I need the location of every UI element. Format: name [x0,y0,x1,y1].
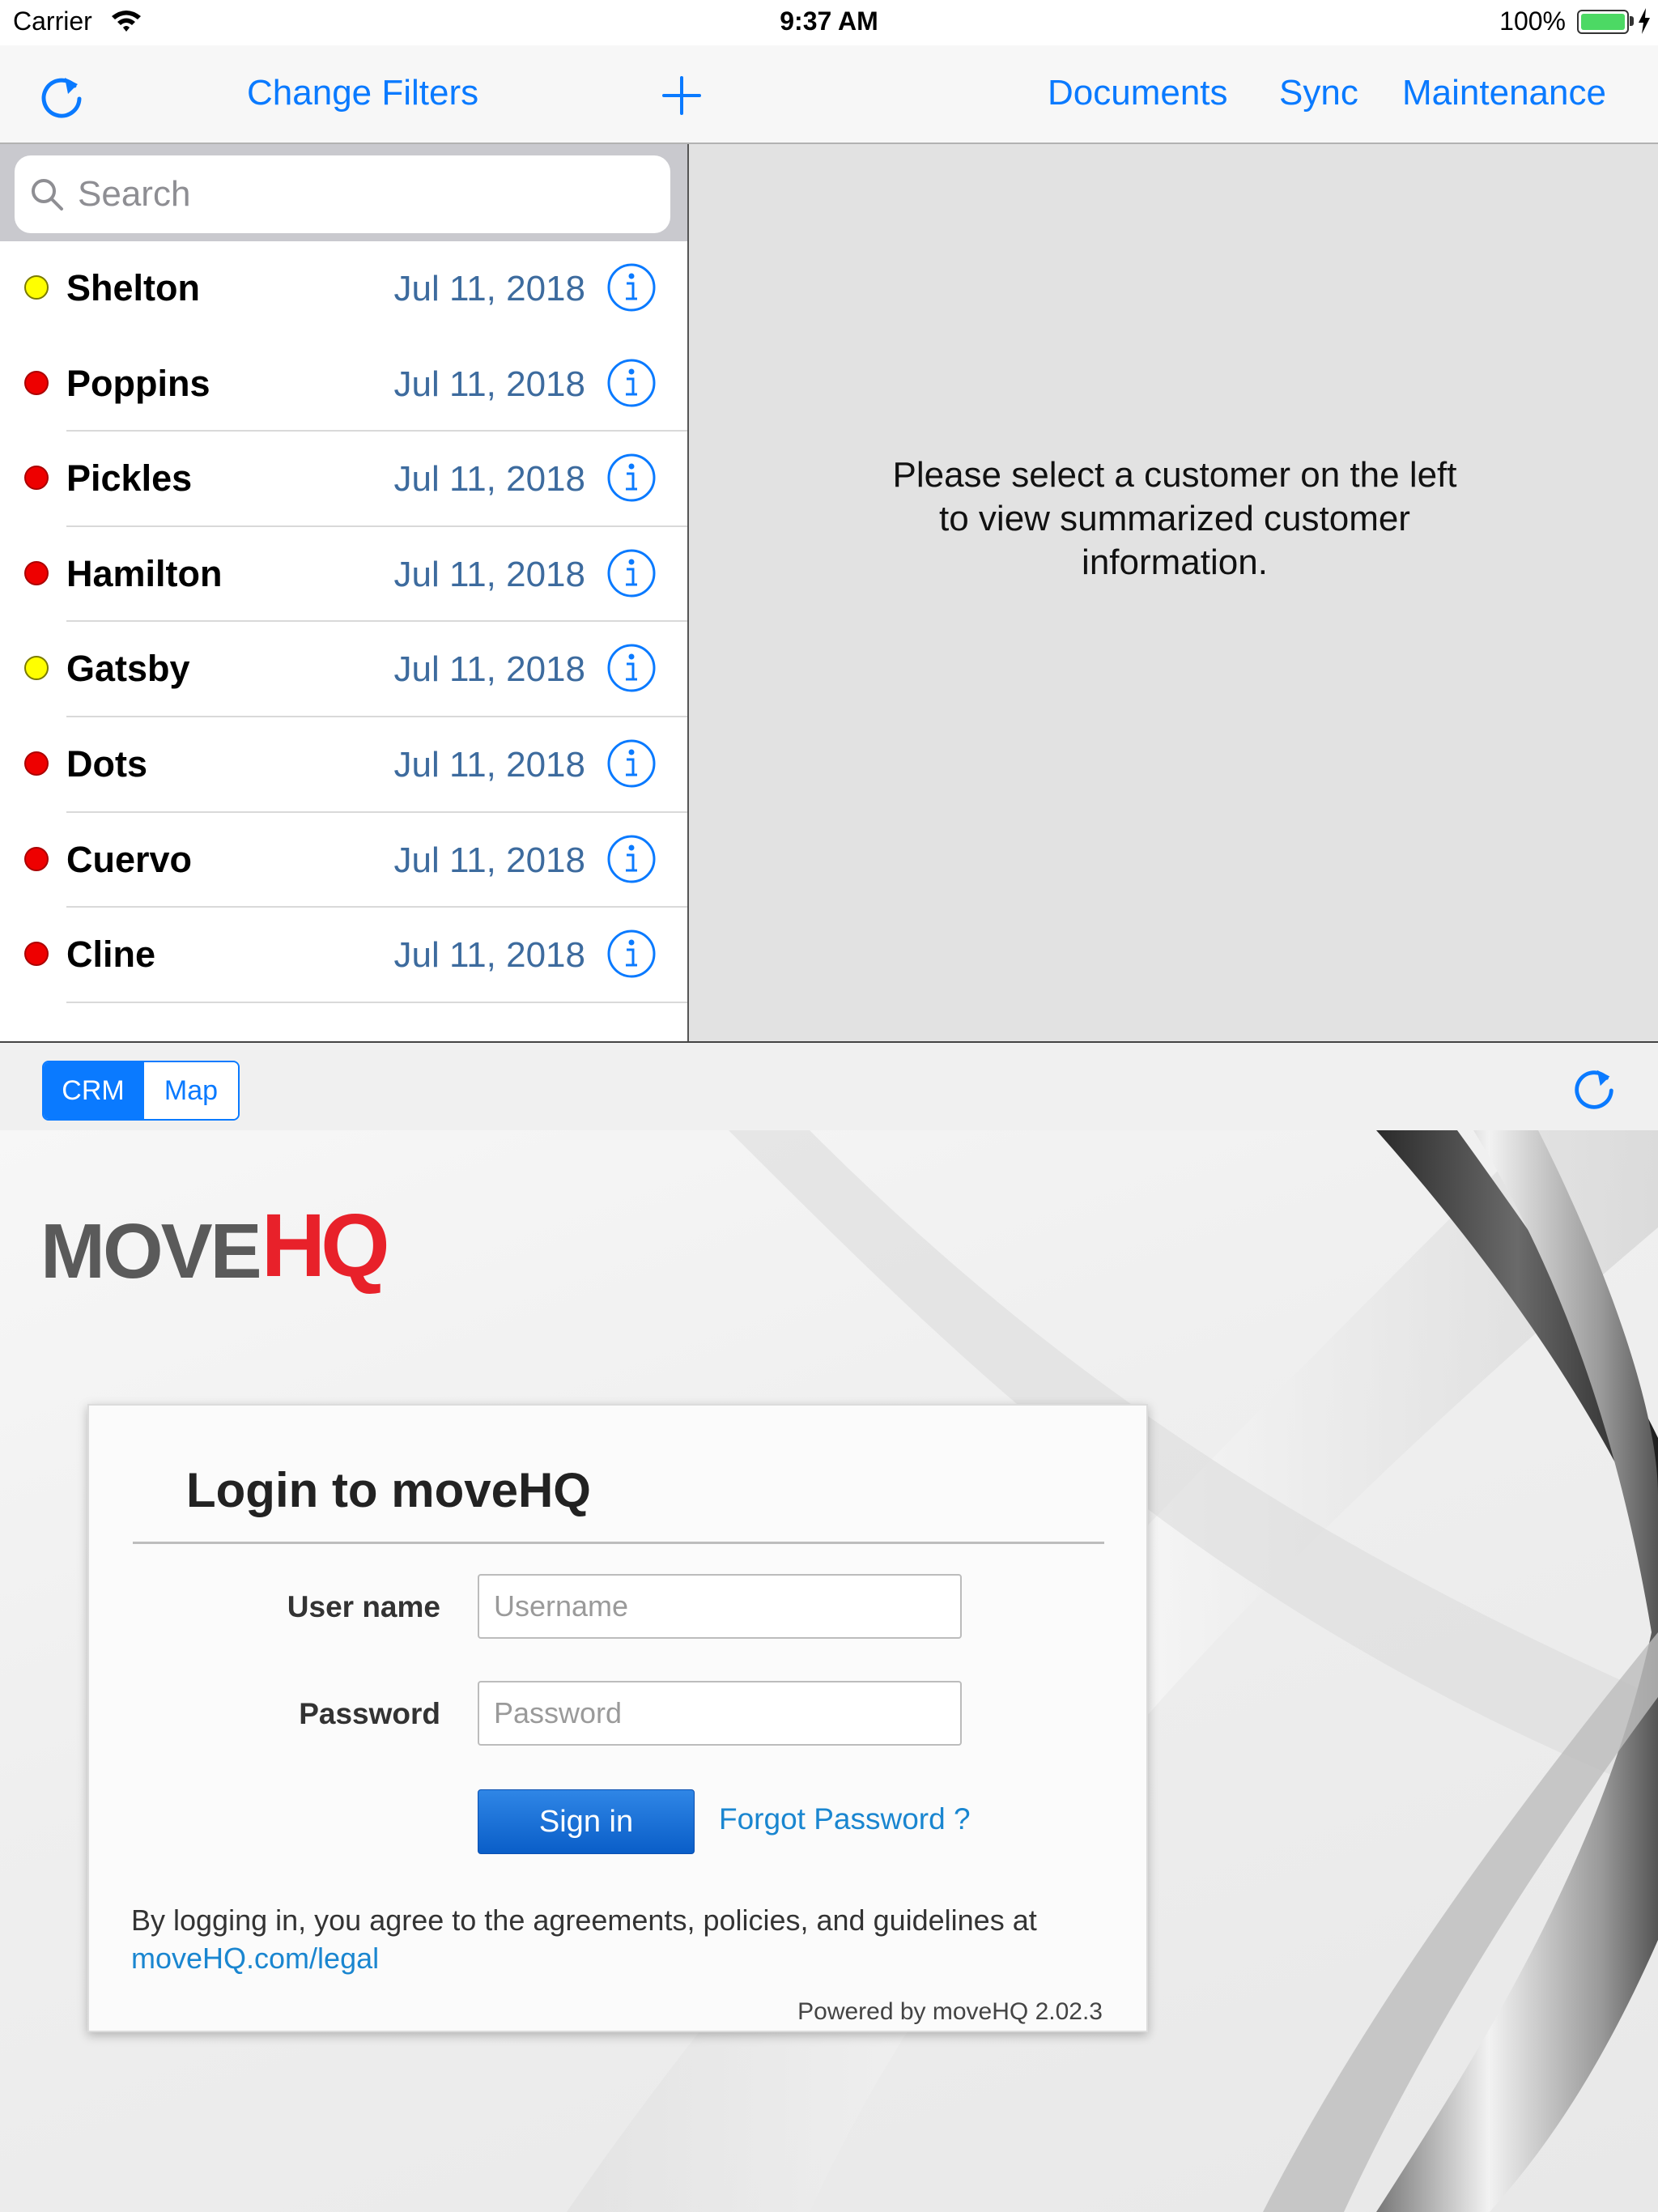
battery-icon [1577,10,1629,34]
status-bar: Carrier 9:37 AM 100% [0,0,1658,45]
customer-row[interactable]: Shelton Jul 11, 2018 [0,241,687,337]
info-icon[interactable] [606,262,657,313]
powered-by-text: Powered by moveHQ 2.02.3 [797,1998,1103,2025]
plus-icon[interactable] [656,70,708,121]
forgot-password-link[interactable]: Forgot Password ? [719,1802,971,1836]
search-field-container[interactable] [15,155,670,233]
customer-list: Shelton Jul 11, 2018 Poppins Jul 11, 2018 Pi… [0,241,687,1003]
segment-map[interactable]: Map [142,1062,238,1119]
username-input[interactable] [478,1574,962,1639]
info-icon[interactable] [606,548,657,598]
title-divider [133,1542,1104,1544]
info-icon[interactable] [606,453,657,503]
customer-date: Jul 11, 2018 [393,935,585,976]
customer-name: Gatsby [66,648,190,690]
clock: 9:37 AM [780,6,878,36]
status-dot [24,751,49,776]
documents-button[interactable]: Documents [1048,73,1228,113]
refresh-icon[interactable] [36,70,87,121]
info-icon[interactable] [606,929,657,979]
customer-row[interactable]: Pickles Jul 11, 2018 [0,432,687,527]
info-icon[interactable] [606,643,657,693]
customer-row[interactable]: Hamilton Jul 11, 2018 [0,527,687,623]
status-dot [24,275,49,300]
customer-date: Jul 11, 2018 [393,744,585,785]
row-separator [66,1001,687,1003]
movehq-logo: MOVE HQ [40,1196,390,1295]
sync-button[interactable]: Sync [1279,73,1358,113]
search-input[interactable] [78,155,644,233]
customer-row[interactable]: Gatsby Jul 11, 2018 [0,622,687,717]
customer-date: Jul 11, 2018 [393,840,585,880]
change-filters-button[interactable]: Change Filters [247,73,478,113]
maintenance-button[interactable]: Maintenance [1402,73,1606,113]
agreement-text: By logging in, you agree to the agreemen… [131,1904,1037,1937]
bottom-toolbar: CRM Map [0,1043,1658,1130]
status-dot [24,846,49,871]
customer-date: Jul 11, 2018 [393,649,585,690]
customer-name: Hamilton [66,552,223,594]
segment-crm[interactable]: CRM [44,1062,142,1119]
sign-in-button[interactable]: Sign in [478,1789,695,1854]
customer-row[interactable]: Dots Jul 11, 2018 [0,717,687,813]
navigation-bar: Change Filters Documents Sync Maintenanc… [0,45,1658,144]
info-icon[interactable] [606,358,657,408]
status-dot [24,466,49,491]
login-web-view: MOVE HQ Login to moveHQ User name Passwo… [0,1130,1658,2212]
customer-row[interactable]: Poppins Jul 11, 2018 [0,337,687,432]
customer-list-panel: SheltonJul 11, 2018PoppinsJul 11, 2018Pi… [0,144,689,1041]
empty-state-message: Please select a customer on the left to … [892,455,1457,582]
customer-date: Jul 11, 2018 [393,269,585,308]
login-card: Login to moveHQ User name Password Sign … [87,1404,1148,2032]
status-dot [24,656,49,681]
customer-name: Cline [66,934,156,976]
charging-bolt-icon [1639,8,1650,34]
search-bar [0,144,687,241]
customer-name: Dots [66,742,147,785]
customer-date: Jul 11, 2018 [393,554,585,594]
search-icon [32,179,63,211]
customer-date: Jul 11, 2018 [393,459,585,500]
customer-row[interactable]: Cuervo Jul 11, 2018 [0,813,687,908]
battery-tip [1630,16,1634,26]
info-icon[interactable] [606,834,657,884]
detail-panel: Please select a customer on the left to … [689,144,1658,1041]
customer-name: Pickles [66,457,193,500]
customer-name: Poppins [66,362,210,404]
status-dot [24,370,49,395]
customer-name: Shelton [66,267,200,308]
customer-name: Cuervo [66,838,193,880]
password-label: Password [299,1697,440,1730]
battery-percent: 100% [1499,6,1566,36]
status-dot [24,560,49,585]
password-input[interactable] [478,1681,962,1746]
login-title: Login to moveHQ [186,1463,591,1517]
refresh-icon[interactable] [1569,1062,1619,1112]
customer-date: Jul 11, 2018 [393,364,585,404]
view-segmented-control: CRM Map [42,1061,240,1121]
username-label: User name [287,1590,440,1623]
legal-link[interactable]: moveHQ.com/legal [131,1942,379,1976]
status-dot [24,942,49,967]
customer-row[interactable]: Cline Jul 11, 2018 [0,908,687,1003]
info-icon[interactable] [606,738,657,789]
